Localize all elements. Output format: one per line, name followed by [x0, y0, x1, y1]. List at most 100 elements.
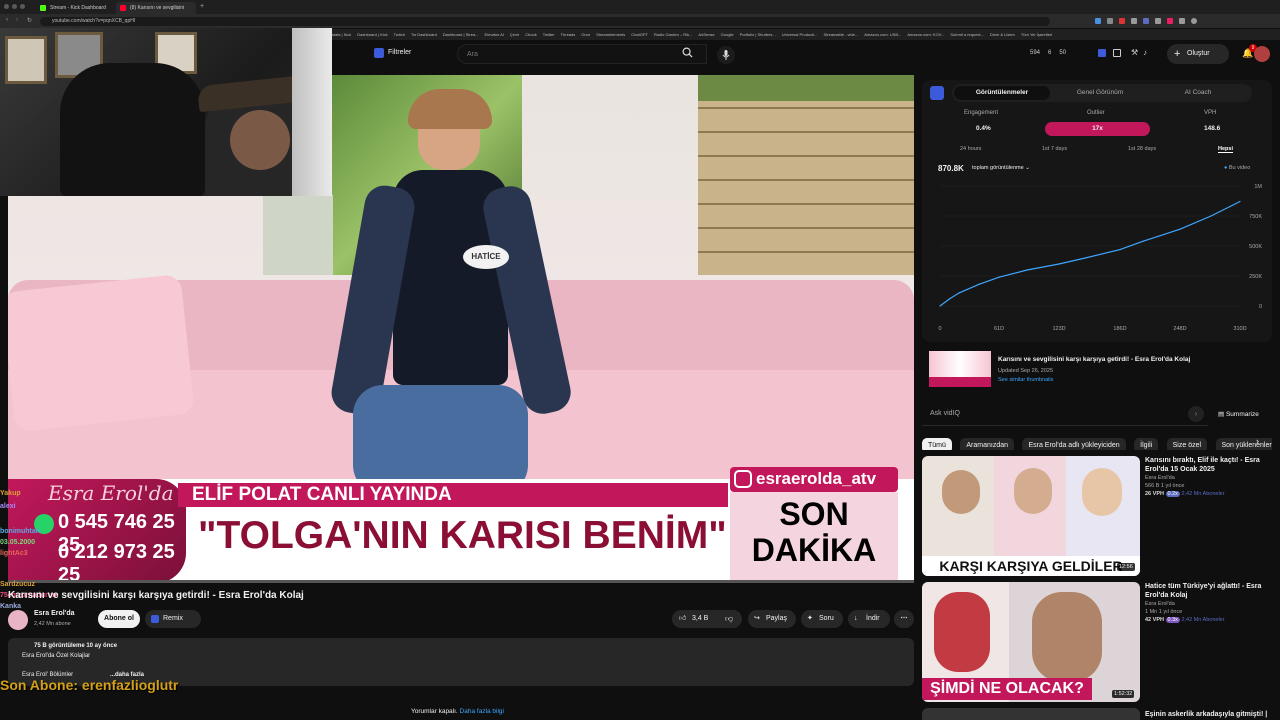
- share-button[interactable]: ↪ Paylaş: [748, 610, 796, 628]
- bookmark-item[interactable]: Twitch: [394, 29, 405, 40]
- extension-icon[interactable]: [1095, 18, 1101, 24]
- total-views-dropdown[interactable]: toplam görüntülenme ⌄: [972, 165, 1030, 171]
- chip-recent[interactable]: Son yüklenenler: [1215, 438, 1272, 450]
- bookmark-item[interactable]: Dashboard | Strea...: [443, 29, 479, 40]
- chip-related[interactable]: İlgili: [1134, 438, 1159, 450]
- progress-bar[interactable]: [8, 580, 914, 583]
- similar-thumbnails-link[interactable]: See similar thumbnails: [998, 377, 1053, 383]
- bookmark-item[interactable]: Submit a request...: [950, 29, 984, 40]
- remix-button[interactable]: Remix: [145, 610, 201, 628]
- bookmark-item[interactable]: Universal Producti...: [782, 29, 818, 40]
- youtube-header: Filtreler Ara 594 6 50 ⚒ ♪ + Oluştur 🔔 9: [332, 40, 1280, 70]
- channel-avatar[interactable]: [8, 610, 28, 630]
- bookmark-item[interactable]: Drive & Listen: [990, 29, 1015, 40]
- thumbs-down-icon[interactable]: 👎︎: [725, 614, 733, 624]
- bookmark-item[interactable]: AdSense: [698, 29, 714, 40]
- extension-icon[interactable]: [1143, 18, 1149, 24]
- range-24h[interactable]: 24 hours: [960, 146, 981, 152]
- reload-icon[interactable]: ↻: [27, 17, 32, 24]
- new-tab-icon[interactable]: +: [200, 3, 204, 10]
- browser-tab-youtube[interactable]: (8) Karısını ve sevgilisini karşı: [116, 2, 196, 23]
- description-line: Esra Erol'da Özel Kolajlar: [22, 653, 91, 659]
- avatar[interactable]: [1254, 46, 1270, 62]
- bookmark-item[interactable]: Portfolio | Shutters...: [740, 29, 776, 40]
- rec-thumbnail[interactable]: [922, 708, 1140, 720]
- ask-vidiq-input[interactable]: Ask vidIQ ›: [922, 404, 1208, 426]
- summarize-button[interactable]: ▤ Summarize: [1218, 410, 1259, 418]
- chip-for-you[interactable]: Size özel: [1166, 438, 1208, 450]
- browser-tab-kick[interactable]: Stream - Kick Dashboard: [36, 2, 114, 14]
- views-data-point: [958, 292, 960, 294]
- bookmark-item[interactable]: Twitter: [543, 29, 555, 40]
- views-chart: 1M 750K 500K 250K 0 0 61D 123D 186D 248D 310D: [938, 184, 1262, 332]
- tab-overview[interactable]: Genel Görünüm: [1052, 86, 1148, 100]
- tab-views[interactable]: Görüntülenmeler: [954, 86, 1050, 100]
- extension-icon[interactable]: [1167, 18, 1173, 24]
- bookmark-item[interactable]: Çevir: [510, 29, 519, 40]
- bookmark-item[interactable]: Streamelements: [596, 29, 625, 40]
- search-icon[interactable]: [682, 47, 693, 61]
- rec-info[interactable]: Karısını bıraktı, Elif ile kaçtı! - Esra…: [1145, 456, 1265, 498]
- extension-icon[interactable]: [1119, 18, 1125, 24]
- rec-subs: 2,42 Mn Aboneler: [1181, 491, 1225, 497]
- profile-icon[interactable]: [1191, 18, 1197, 24]
- mic-icon[interactable]: [717, 46, 735, 64]
- bookmark-item[interactable]: Threads: [561, 29, 576, 40]
- window-control-icon[interactable]: [12, 4, 17, 9]
- bookmark-item[interactable]: Google: [721, 29, 734, 40]
- channel-name[interactable]: Esra Erol'da: [34, 610, 75, 617]
- bookmark-item[interactable]: Streamable - vide...: [824, 29, 859, 40]
- filters-label[interactable]: Filtreler: [388, 49, 411, 56]
- range-7d[interactable]: 1st 7 days: [1042, 146, 1067, 152]
- chip-all[interactable]: Tümü: [922, 438, 952, 450]
- bookmark-item[interactable]: ChatGPT: [631, 29, 648, 40]
- chips-next-icon[interactable]: ›: [1256, 436, 1259, 446]
- rec-thumbnail[interactable]: ŞİMDİ NE OLACAK? 1:52:32: [922, 582, 1140, 702]
- bookmark-item[interactable]: Onur: [581, 29, 590, 40]
- ask-button[interactable]: ✦ Soru: [801, 610, 843, 628]
- bookmark-item[interactable]: Cbook: [525, 29, 537, 40]
- download-button[interactable]: ↓ İndir: [848, 610, 890, 628]
- rec-ratio: 0.3x: [1165, 617, 1180, 623]
- range-28d[interactable]: 1st 28 days: [1128, 146, 1156, 152]
- extension-icon[interactable]: [1155, 18, 1161, 24]
- extension-icon[interactable]: [1131, 18, 1137, 24]
- rec-thumbnail[interactable]: KARŞI KARŞIYA GELDİLER 12:56: [922, 456, 1140, 576]
- bookmark-item[interactable]: Radio Garden – Rik...: [654, 29, 692, 40]
- tool-icon[interactable]: ⚒: [1131, 48, 1138, 57]
- extension-icon[interactable]: [1107, 18, 1113, 24]
- subscribe-button[interactable]: Abone ol: [98, 610, 140, 628]
- window-control-icon[interactable]: [20, 4, 25, 9]
- forward-icon[interactable]: ›: [16, 17, 18, 23]
- son-dakika-box: SON DAKİKA: [730, 492, 898, 580]
- bookmark-icon[interactable]: [1113, 49, 1121, 57]
- bookmark-item[interactable]: Tw Dashboard: [411, 29, 437, 40]
- rec-info[interactable]: Eşinin askerlik arkadaşıyla gitmişti! |: [1145, 710, 1275, 719]
- extension-icon[interactable]: [1179, 18, 1185, 24]
- more-actions-icon[interactable]: ⋯: [894, 610, 914, 628]
- send-icon[interactable]: ›: [1188, 406, 1204, 422]
- rec-info[interactable]: Hatice tüm Türkiye'yi ağlattı! - Esra Er…: [1145, 582, 1265, 624]
- create-button[interactable]: + Oluştur: [1167, 44, 1229, 64]
- range-all[interactable]: Hepsi: [1218, 146, 1233, 153]
- bookmark-item[interactable]: stats | Kick: [332, 29, 351, 40]
- back-icon[interactable]: ‹: [6, 17, 8, 23]
- bookmark-item[interactable]: Amazon.com: KOV...: [907, 29, 944, 40]
- bell-icon[interactable]: ♪: [1143, 48, 1147, 57]
- chip-from-search[interactable]: Aramanızdan: [960, 438, 1014, 450]
- engagement-value: 0.4%: [976, 125, 991, 132]
- bookmark-item[interactable]: Tüm Yer İşaretleri: [1021, 29, 1052, 40]
- vidiq-icon[interactable]: [1098, 49, 1106, 57]
- metric-label: Engagement: [964, 110, 999, 116]
- wall-frame: [5, 36, 47, 84]
- tab-ai-coach[interactable]: AI Coach: [1150, 86, 1246, 100]
- bookmark-item[interactable]: Elevator AI: [485, 29, 504, 40]
- chip-from-uploader[interactable]: Esra Erol'da adlı yükleyiciden: [1022, 438, 1126, 450]
- search-input[interactable]: Ara: [457, 44, 707, 64]
- comments-learn-more-link[interactable]: Daha fazla bilgi: [460, 708, 504, 715]
- address-field[interactable]: youtube.com/watch?v=pqnXCB_qpHI: [40, 17, 1050, 26]
- instagram-tag: esraerolda_atv: [730, 467, 898, 492]
- window-control-icon[interactable]: [4, 4, 9, 9]
- bookmark-item[interactable]: Amazon.com: USB...: [864, 29, 901, 40]
- bookmark-item[interactable]: Dashboard | Kick: [357, 29, 387, 40]
